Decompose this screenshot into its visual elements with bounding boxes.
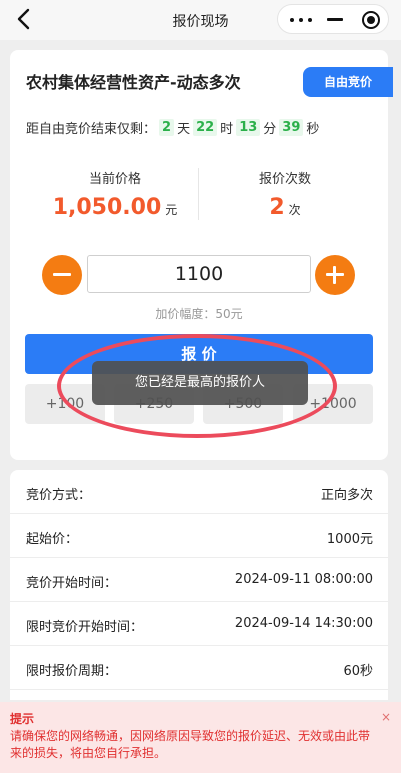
current-price-row: 1,050.00 元: [30, 195, 200, 220]
mini-program-capsule: [277, 4, 389, 34]
countdown-minutes: 13: [236, 118, 261, 136]
countdown-minutes-unit: 分: [263, 121, 277, 137]
detail-label: 限时报价周期：: [26, 664, 118, 679]
detail-value: 正向多次: [320, 488, 373, 503]
detail-row: 竞价开始时间： 2024-09-11 08:00:00: [10, 558, 388, 602]
countdown: 距自由竞价结束仅剩： 2 天 22 时 13 分 39 秒: [26, 117, 319, 137]
divider: [198, 168, 199, 220]
annotation-ellipse: [57, 334, 337, 438]
details-card: 竞价方式： 正向多次 起始价： 1000元 竞价开始时间： 2024-09-11…: [10, 470, 388, 700]
tip-close-icon[interactable]: ×: [381, 710, 391, 724]
increase-bid-button[interactable]: [315, 255, 355, 295]
more-icon[interactable]: [290, 18, 312, 22]
tip-title: 提示: [10, 712, 35, 726]
detail-label: 起始价：: [26, 532, 79, 547]
countdown-hours: 22: [193, 118, 218, 136]
asset-title: 农村集体经营性资产-动态多次: [26, 73, 241, 92]
countdown-days: 2: [159, 118, 175, 136]
countdown-days-unit: 天: [177, 121, 191, 137]
current-price-unit: 元: [165, 203, 178, 217]
current-price-block: 当前价格 1,050.00 元: [30, 168, 200, 220]
detail-row: 限时报价周期： 60秒: [10, 646, 388, 690]
minimize-icon[interactable]: [327, 18, 343, 21]
bid-count-block: 报价次数 2次: [200, 168, 370, 220]
tip-text: 请确保您的网络畅通，因网络原因导致您的报价延迟、无效或由此带来的损失，将由您自行…: [10, 729, 371, 760]
bid-count-unit: 次: [288, 203, 301, 217]
network-tip-banner: 提示 × 请确保您的网络畅通，因网络原因导致您的报价延迟、无效或由此带来的损失，…: [0, 702, 401, 773]
plus-icon: [333, 266, 336, 284]
countdown-hours-unit: 时: [220, 121, 234, 137]
detail-value: 60秒: [343, 664, 373, 679]
bid-count-value: 2: [269, 195, 285, 220]
countdown-seconds: 39: [279, 118, 304, 136]
detail-label: 限时竞价开始时间：: [26, 620, 144, 635]
bid-count-row: 2次: [200, 195, 370, 220]
nav-bar: 报价现场: [0, 0, 401, 40]
detail-label: 竞价方式：: [26, 488, 92, 503]
bid-count-label: 报价次数: [258, 172, 311, 187]
detail-value: 2024-09-11 08:00:00: [234, 572, 373, 587]
close-capsule-icon[interactable]: [362, 11, 380, 29]
detail-value: 2024-09-14 14:30:00: [234, 616, 373, 631]
countdown-seconds-unit: 秒: [306, 121, 320, 137]
increment-text: 加价幅度：50元: [155, 307, 243, 321]
minus-icon: [53, 273, 71, 276]
detail-row: 限时竞价开始时间： 2024-09-14 14:30:00: [10, 602, 388, 646]
countdown-prefix: 距自由竞价结束仅剩：: [26, 121, 157, 137]
detail-row: 竞价方式： 正向多次: [10, 470, 388, 514]
free-bidding-button[interactable]: 自由竞价: [303, 67, 393, 97]
current-price-label: 当前价格: [88, 172, 141, 187]
bid-amount-input[interactable]: 1100: [87, 255, 311, 293]
decrease-bid-button[interactable]: [42, 255, 82, 295]
detail-label: 竞价开始时间：: [26, 576, 118, 591]
detail-value: 1000元: [326, 532, 373, 547]
detail-row: 起始价： 1000元: [10, 514, 388, 558]
current-price-value: 1,050.00: [52, 195, 162, 220]
